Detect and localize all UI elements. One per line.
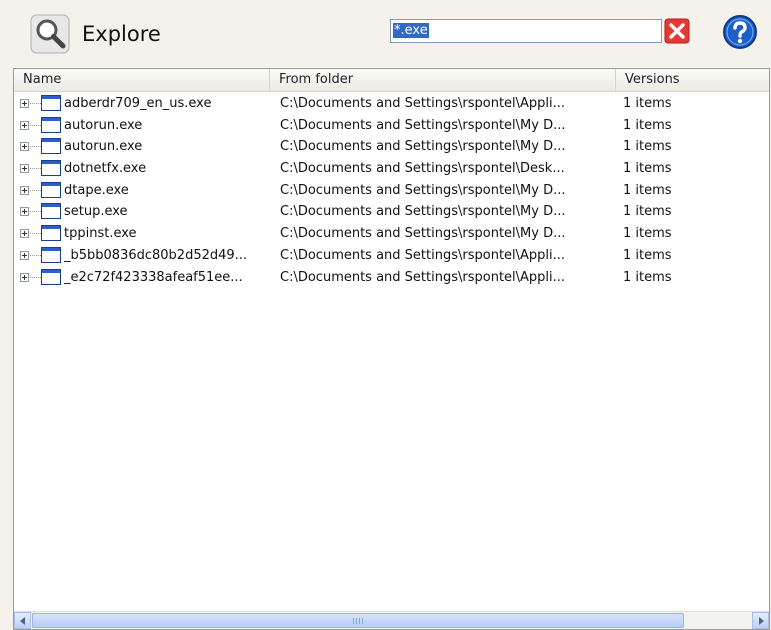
column-header-name[interactable]: Name: [14, 69, 270, 91]
tree-connector: [30, 233, 41, 235]
file-name: tppinst.exe: [64, 226, 137, 242]
from-folder: C:\Documents and Settings\rspontel\My D.…: [280, 182, 566, 198]
versions-count: 1 items: [623, 96, 672, 111]
expand-plus-icon[interactable]: [20, 207, 29, 217]
tree-connector: [30, 103, 41, 104]
file-name: autorun.exe: [64, 117, 143, 133]
table-row[interactable]: _b5bb0836dc80b2d52d49... C:\Documents and…: [14, 246, 769, 268]
executable-file-icon: [41, 246, 61, 263]
file-list-view[interactable]: Name From folder Versions adberdr709_en_…: [13, 68, 770, 630]
from-folder: C:\Documents and Settings\rspontel\Appli…: [280, 96, 566, 111]
executable-file-icon: [41, 160, 61, 177]
executable-file-icon: [41, 268, 61, 285]
from-folder: C:\Documents and Settings\rspontel\My D.…: [280, 204, 566, 220]
column-headers: Name From folder Versions: [14, 69, 769, 92]
versions-count: 1 items: [623, 161, 672, 177]
file-name: dotnetfx.exe: [64, 161, 147, 177]
file-name: _b5bb0836dc80b2d52d49...: [64, 247, 248, 263]
expand-plus-icon[interactable]: [20, 229, 29, 239]
tree-connector: [30, 254, 41, 256]
tree-connector: [30, 168, 41, 170]
expand-plus-icon[interactable]: [20, 142, 29, 152]
table-row[interactable]: autorun.exe C:\Documents and Settings\rsp…: [14, 137, 769, 159]
table-row[interactable]: setup.exe C:\Documents and Settings\rspon…: [14, 202, 769, 224]
search-input[interactable]: *.exe: [390, 19, 662, 43]
expand-plus-icon[interactable]: [20, 120, 29, 130]
explore-header: Explore *.exe: [0, 0, 771, 66]
page-title: Explore: [82, 22, 161, 46]
versions-count: 1 items: [623, 226, 672, 242]
table-row[interactable]: dotnetfx.exe C:\Documents and Settings\rs…: [14, 159, 769, 181]
chevron-right-icon: [759, 617, 768, 625]
executable-file-icon: [41, 225, 61, 242]
grip-icon: [353, 618, 363, 624]
table-row[interactable]: autorun.exe C:\Documents and Settings\rsp…: [14, 116, 769, 138]
help-button[interactable]: [722, 14, 758, 50]
expand-plus-icon[interactable]: [20, 272, 29, 282]
versions-count: 1 items: [623, 182, 672, 198]
table-row[interactable]: dtape.exe C:\Documents and Settings\rspon…: [14, 181, 769, 203]
tree-connector: [30, 211, 41, 213]
executable-file-icon: [41, 181, 61, 198]
column-header-from-folder[interactable]: From folder: [270, 69, 616, 91]
expand-plus-icon[interactable]: [20, 164, 29, 174]
table-row[interactable]: tppinst.exe C:\Documents and Settings\rsp…: [14, 224, 769, 246]
tree-connector: [30, 146, 41, 148]
search-input-value: *.exe: [393, 23, 429, 38]
chevron-left-icon: [16, 617, 25, 625]
tree-connector: [30, 276, 41, 278]
file-name: adberdr709_en_us.exe: [64, 96, 212, 111]
file-rows: adberdr709_en_us.exe C:\Documents and Set…: [14, 94, 769, 290]
executable-file-icon: [41, 203, 61, 220]
column-header-versions[interactable]: Versions: [616, 69, 769, 91]
from-folder: C:\Documents and Settings\rspontel\My D.…: [280, 226, 566, 242]
expand-plus-icon[interactable]: [20, 99, 29, 108]
expand-plus-icon[interactable]: [20, 185, 29, 195]
file-name: autorun.exe: [64, 139, 143, 155]
scroll-right-button[interactable]: [752, 612, 769, 629]
file-name: setup.exe: [64, 204, 128, 220]
versions-count: 1 items: [623, 269, 672, 285]
versions-count: 1 items: [623, 139, 672, 155]
from-folder: C:\Documents and Settings\rspontel\My D.…: [280, 139, 566, 155]
tree-connector: [30, 189, 41, 191]
executable-file-icon: [41, 95, 61, 111]
from-folder: C:\Documents and Settings\rspontel\Desk.…: [280, 161, 565, 177]
clear-search-button[interactable]: [664, 18, 690, 44]
table-row[interactable]: _e2c72f423338afeaf51ee... C:\Documents an…: [14, 268, 769, 290]
from-folder: C:\Documents and Settings\rspontel\Appli…: [280, 247, 566, 263]
expand-plus-icon[interactable]: [20, 250, 29, 260]
from-folder: C:\Documents and Settings\rspontel\Appli…: [280, 269, 566, 285]
table-row[interactable]: adberdr709_en_us.exe C:\Documents and Set…: [14, 94, 769, 116]
versions-count: 1 items: [623, 247, 672, 263]
versions-count: 1 items: [623, 117, 672, 133]
tree-connector: [30, 124, 41, 126]
file-name: dtape.exe: [64, 182, 129, 198]
versions-count: 1 items: [623, 204, 672, 220]
horizontal-scrollbar[interactable]: [14, 611, 769, 629]
from-folder: C:\Documents and Settings\rspontel\My D.…: [280, 117, 566, 133]
scrollbar-thumb[interactable]: [32, 613, 684, 628]
scroll-left-button[interactable]: [14, 612, 31, 629]
executable-file-icon: [41, 138, 61, 155]
file-name: _e2c72f423338afeaf51ee...: [64, 269, 243, 285]
magnifier-icon: [30, 14, 70, 54]
executable-file-icon: [41, 116, 61, 133]
